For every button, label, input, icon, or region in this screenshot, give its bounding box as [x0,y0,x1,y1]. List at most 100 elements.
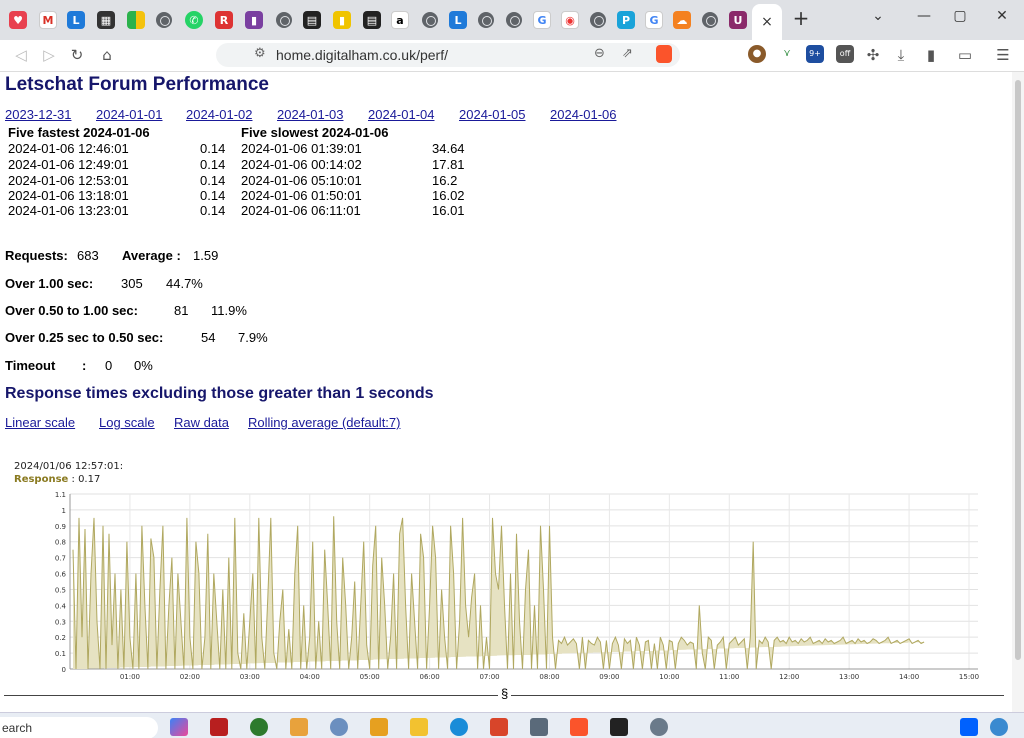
date-link-2024-01-06[interactable]: 2024-01-06 [550,107,617,122]
tab-google-2[interactable]: G [642,8,666,32]
tab-globe-6[interactable] [586,8,610,32]
tab-shop-3[interactable]: ▤ [360,8,384,32]
date-link-2024-01-03[interactable]: 2024-01-03 [277,107,344,122]
share-icon[interactable]: ⇗ [622,46,633,61]
x-tick-label: 10:00 [659,673,679,681]
timeout-colon: : [82,358,87,373]
home-icon[interactable]: ⌂ [96,44,118,66]
calculator-icon[interactable] [530,718,548,736]
site-info-icon[interactable]: ⚙ [254,46,266,61]
tab-letschat[interactable]: L [64,8,88,32]
address-bar[interactable]: ⚙ home.digitalham.co.uk/perf/ ⊖ ⇗ [216,43,680,67]
tab-globe-2[interactable] [272,8,296,32]
close-icon[interactable]: × [761,14,773,30]
date-link-2024-01-01[interactable]: 2024-01-01 [96,107,163,122]
tab-globe-5[interactable] [502,8,526,32]
requests-value: 683 [77,248,99,263]
date-link-2024-01-04[interactable]: 2024-01-04 [368,107,435,122]
tab-globe-4[interactable] [474,8,498,32]
over050-pct: 11.9% [211,303,247,318]
response-time-chart[interactable]: 0 0.1 0.2 0.3 0.4 0.5 0.6 0.7 0.8 0.9 1 1.1 01:00 02:… [0,486,1000,691]
stack-app-icon[interactable] [490,718,508,736]
off-extension-icon[interactable]: off [836,45,854,63]
tab-grid[interactable]: ▦ [94,8,118,32]
edge-icon[interactable] [450,718,468,736]
active-tab[interactable]: × [752,4,782,40]
tab-globe-1[interactable] [152,8,176,32]
rolling-average-link[interactable]: Rolling average (default:7) [248,415,400,430]
minimize-button[interactable]: — [912,6,936,26]
taskbar-search[interactable]: earch [0,717,158,738]
date-link-2024-01-05[interactable]: 2024-01-05 [459,107,526,122]
shopping-bag-icon: ▮ [333,11,351,29]
tab-broadcast[interactable]: ◉ [558,8,582,32]
tab-list-chevron-icon[interactable]: ⌄ [866,6,890,26]
maximize-button[interactable]: ▢ [948,6,972,26]
date-link-2024-01-02[interactable]: 2024-01-02 [186,107,253,122]
tab-shop-1[interactable]: ▤ [300,8,324,32]
slowest-value: 16.2 [432,173,458,188]
tab-google[interactable]: G [530,8,554,32]
zoom-icon[interactable]: ⊖ [594,46,605,61]
sidebar-icon[interactable]: ▮ [920,44,942,66]
page-scrollbar[interactable] [1012,72,1024,712]
tab-shop-2[interactable]: ▮ [330,8,354,32]
tooltip-timestamp: 2024/01/06 12:57:01: [14,461,124,472]
shopping-bag-icon: ▤ [363,11,381,29]
google-icon: G [645,11,663,29]
reload-icon[interactable]: ↻ [66,44,88,66]
extension-badge-icon[interactable]: 9+ [806,45,824,63]
clock-icon[interactable] [330,718,348,736]
back-arrow-icon[interactable]: ◁ [10,44,32,66]
date-link-2023-12-31[interactable]: 2023-12-31 [5,107,72,122]
brave-shield-icon[interactable] [656,45,672,63]
settings-icon[interactable] [650,718,668,736]
dropbox-icon[interactable] [960,718,978,736]
wallet-icon[interactable]: ▭ [954,44,976,66]
terminal-icon[interactable] [610,718,628,736]
globe-app-icon[interactable] [250,718,268,736]
filezilla-icon[interactable] [210,718,228,736]
download-icon[interactable]: ⤓ [890,44,912,66]
tab-amazon[interactable]: a [388,8,412,32]
tab-letschat-2[interactable]: L [446,8,470,32]
tab-tiles[interactable] [124,8,148,32]
menu-icon[interactable]: ☰ [992,44,1014,66]
tab-pocket[interactable]: ♥ [6,8,30,32]
log-scale-link[interactable]: Log scale [99,415,155,430]
puzzle-icon[interactable]: ✣ [862,44,884,66]
tab-globe-3[interactable] [418,8,442,32]
url-text[interactable]: home.digitalham.co.uk/perf/ [276,47,448,63]
tab-r[interactable]: R [212,8,236,32]
y-tick-label: 0.2 [55,634,66,642]
close-window-button[interactable]: ✕ [990,6,1014,26]
slowest-time: 2024-01-06 05:10:01 [241,173,362,188]
tab-cloudflare[interactable]: ☁ [670,8,694,32]
scrollbar-thumb[interactable] [1015,80,1021,660]
tab-gmail[interactable]: M [36,8,60,32]
paint-icon[interactable] [290,718,308,736]
copilot-icon[interactable] [170,718,188,736]
tab-u[interactable]: U [726,8,750,32]
shopping-bag-icon: ▤ [303,11,321,29]
r-icon: R [215,11,233,29]
tab-whatsapp[interactable]: ✆ [182,8,206,32]
file-explorer-icon[interactable] [410,718,428,736]
brave-icon[interactable] [570,718,588,736]
y-tick-label: 0.6 [55,571,67,579]
bird-icon[interactable]: ⋎ [778,45,796,63]
raw-data-link[interactable]: Raw data [174,415,229,430]
page-content: Letschat Forum Performance 2023-12-31 20… [0,72,1010,712]
tab-p[interactable]: P [614,8,638,32]
tab-globe-7[interactable] [698,8,722,32]
fastest-time: 2024-01-06 13:18:01 [8,188,129,203]
linear-scale-link[interactable]: Linear scale [5,415,75,430]
cookie-icon[interactable]: ● [748,45,766,63]
tab-bag[interactable]: ▮ [242,8,266,32]
network-icon[interactable] [990,718,1008,736]
triangle-app-icon[interactable] [370,718,388,736]
forward-arrow-icon[interactable]: ▷ [38,44,60,66]
x-tick-label: 07:00 [479,673,499,681]
y-tick-label: 0.9 [55,523,66,531]
new-tab-button[interactable]: + [790,8,812,30]
